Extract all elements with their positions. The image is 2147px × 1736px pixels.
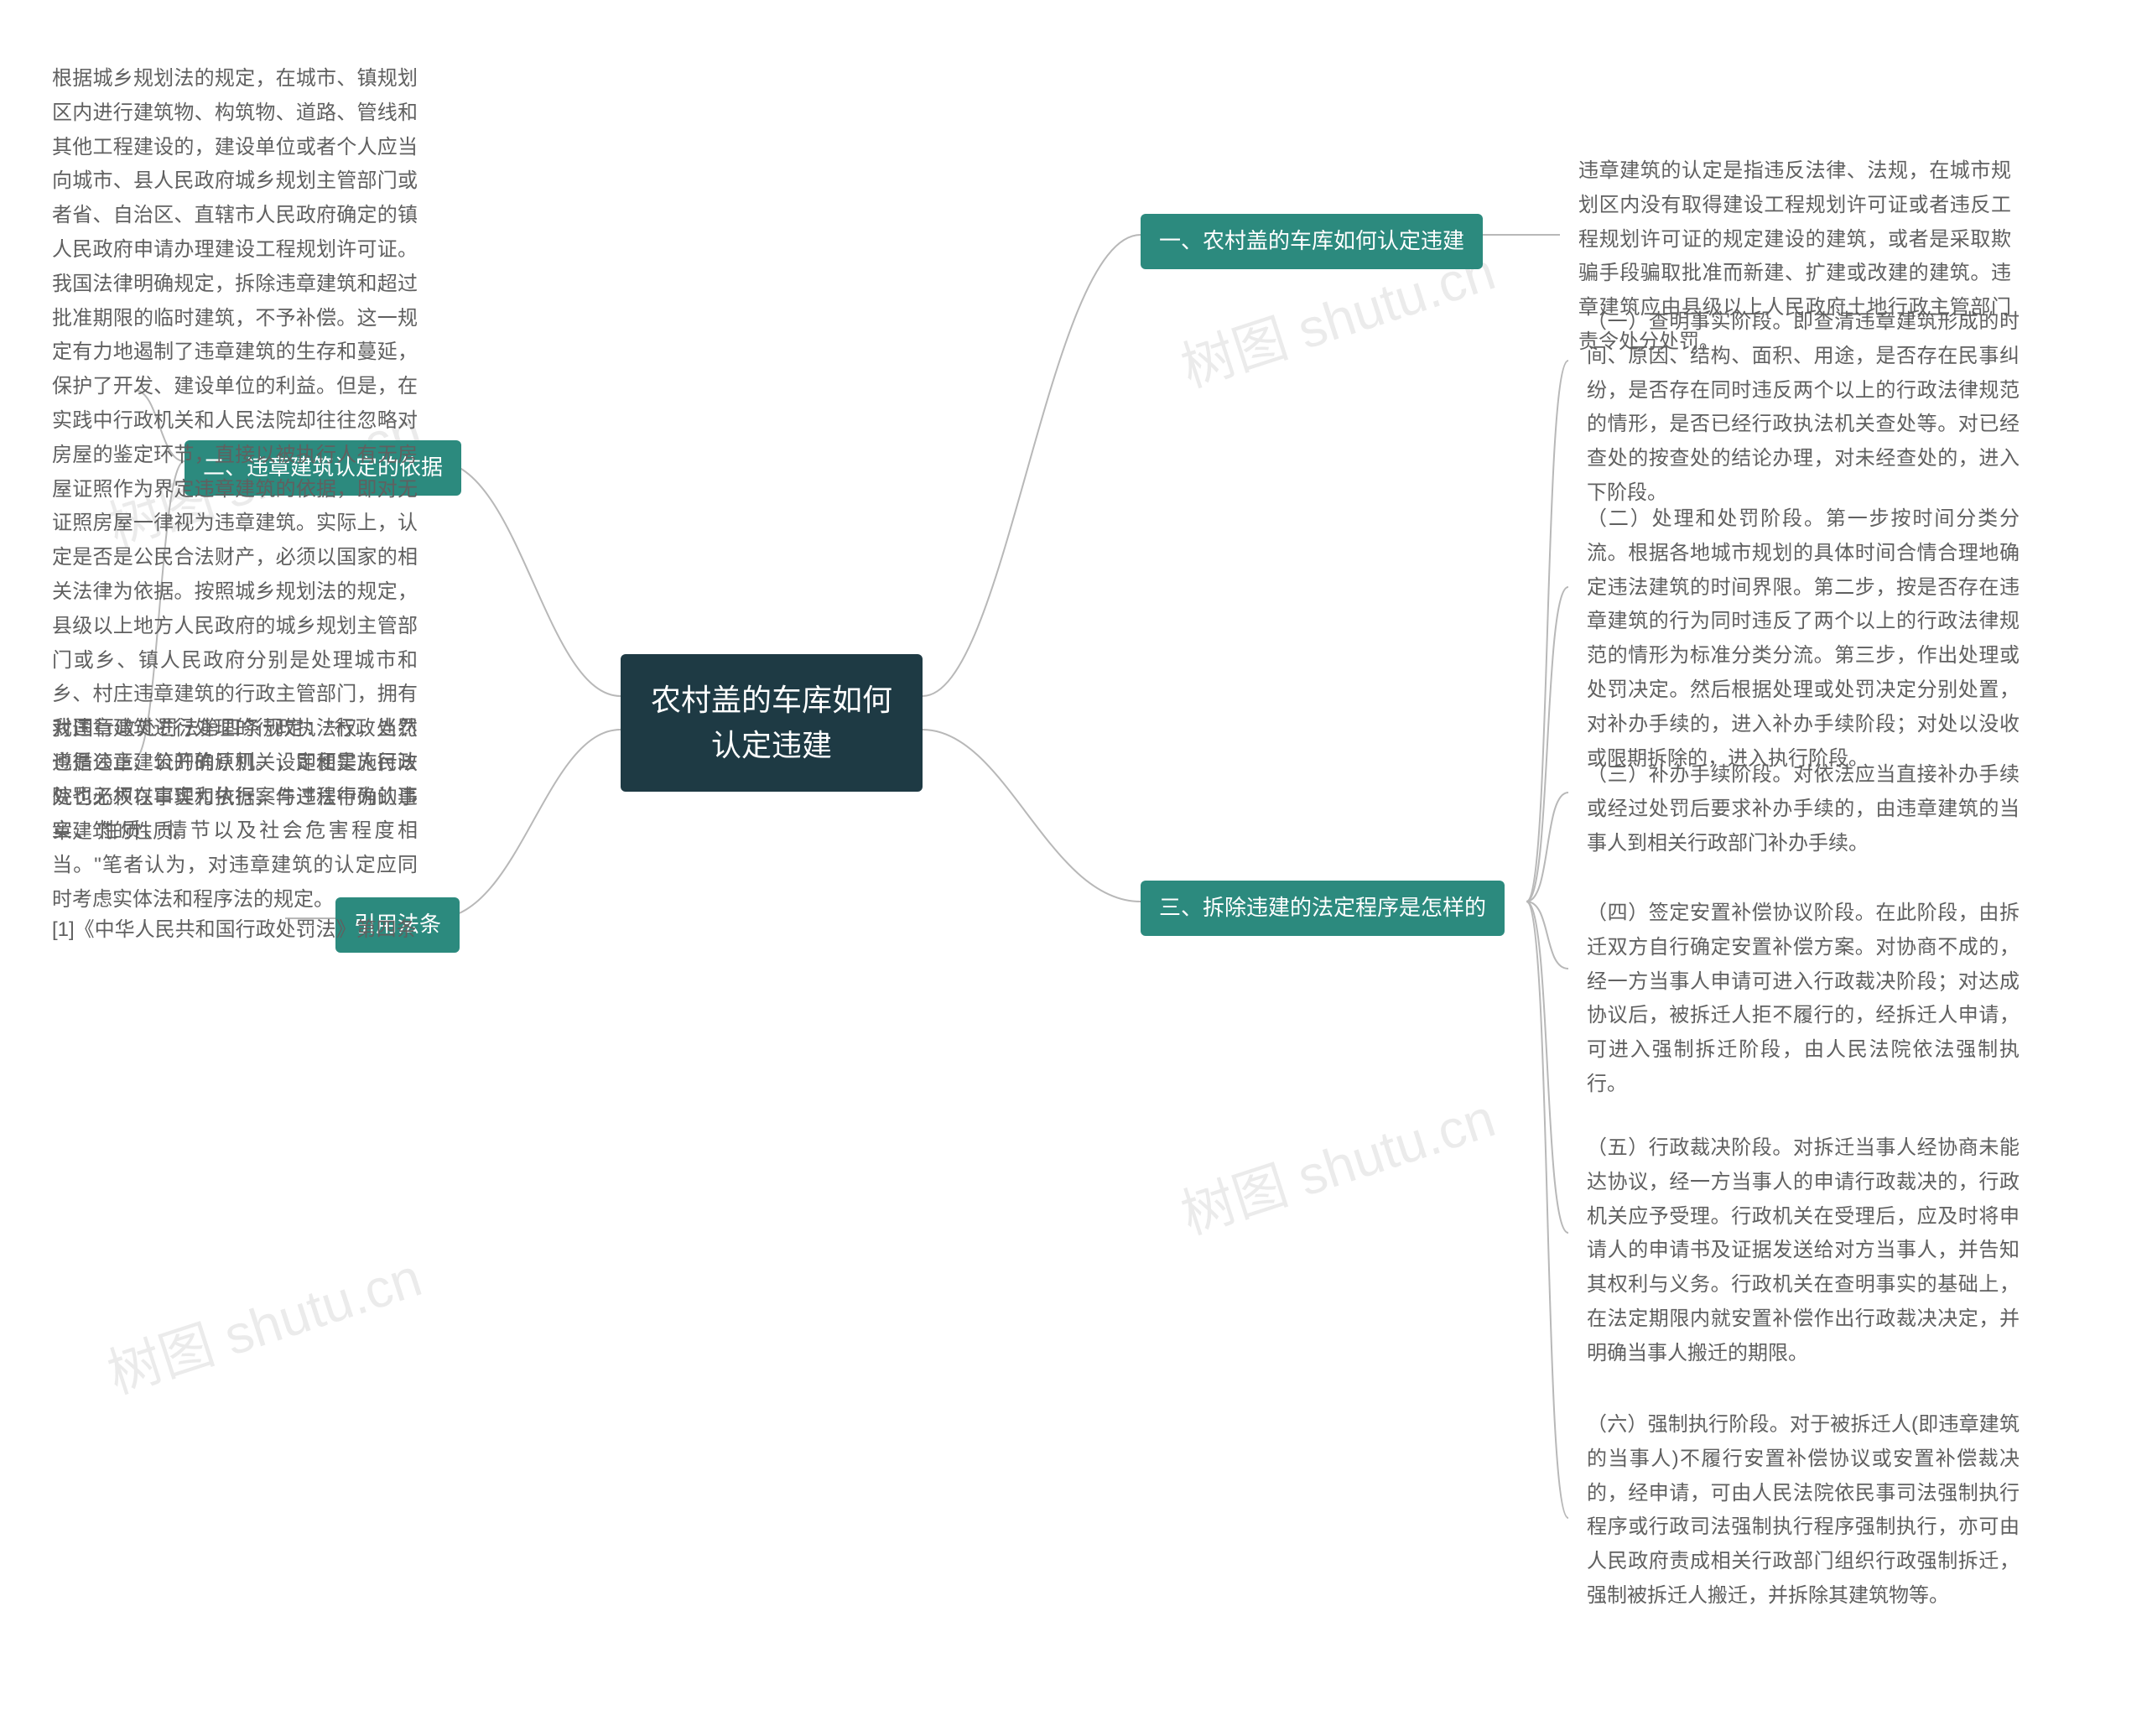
leaf-step-2: （二）处理和处罚阶段。第一步按时间分类分流。根据各地城市规划的具体时间合情合理地… [1568,491,2038,787]
leaf-step-1: （一）查明事实阶段。即查清违章建筑形成的时间、原因、结构、面积、用途，是否存在民… [1568,294,2038,522]
leaf-step-5: （五）行政裁决阶段。对拆迁当事人经协商未能达协议，经一方当事人的申请行政裁决的，… [1568,1120,2038,1383]
watermark: 树图 shutu.cn [96,1234,429,1408]
watermark: 树图 shutu.cn [1170,1075,1503,1249]
leaf-step-4: （四）签定安置补偿协议阶段。在此阶段，由拆迁双方自行确定安置补偿方案。对协商不成… [1568,885,2038,1114]
branch-section-3: 三、拆除违建的法定程序是怎样的 [1141,881,1505,936]
branch-section-1: 一、农村盖的车库如何认定违建 [1141,214,1483,269]
leaf-citation-1: [1]《中华人民共和国行政处罚法》第四条 [34,902,335,959]
mindmap-root: 农村盖的车库如何认定违建 [621,654,923,792]
leaf-step-6: （六）强制执行阶段。对于被拆迁人(即违章建筑的当事人)不履行安置补偿协议或安置补… [1568,1396,2038,1625]
leaf-step-3: （三）补办手续阶段。对依法应当直接补办手续或经过处罚后要求补办手续的，由违章建筑… [1568,746,2038,872]
leaf-section-2b: 我国行政处罚法第四条规定："行政处罚遵循公正、公开的原则。设定和实施行政处罚必须… [34,700,436,929]
